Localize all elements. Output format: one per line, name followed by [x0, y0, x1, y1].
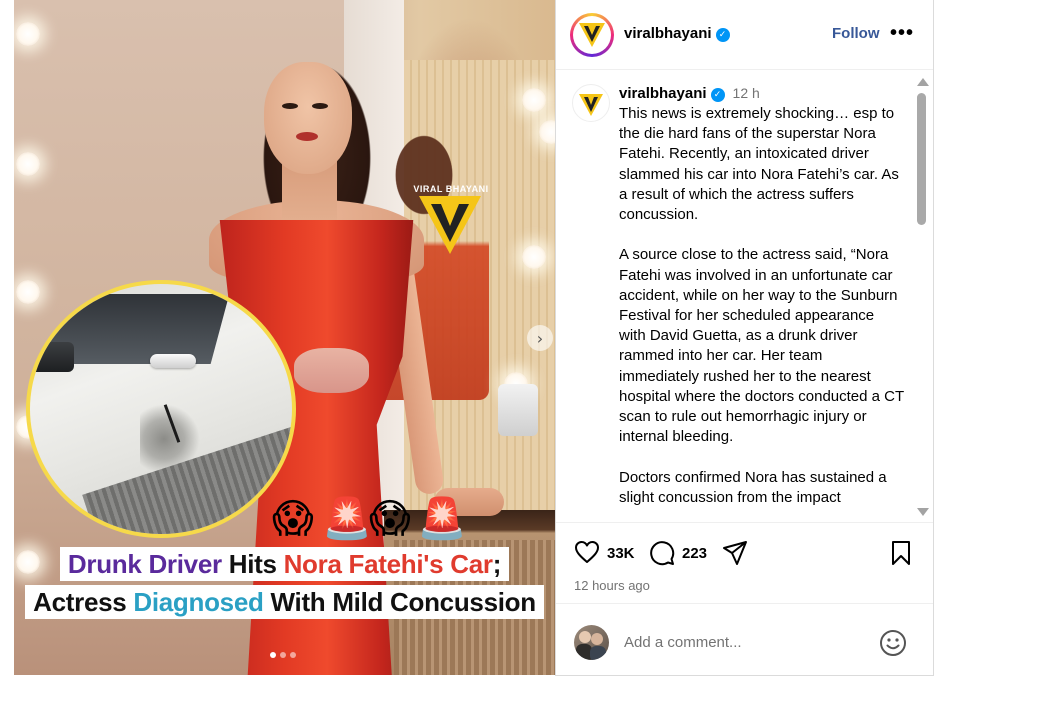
- lips: [296, 132, 318, 141]
- door-handle: [150, 354, 196, 368]
- post-sidebar: viralbhayani ✓ Follow ••• viralbhayani ✓ 12…: [555, 0, 934, 676]
- username-text: viralbhayani: [624, 25, 712, 42]
- light-bulb: [16, 152, 40, 176]
- like-count[interactable]: 33K: [607, 545, 635, 562]
- dress-sash: [294, 348, 369, 393]
- light-bulb: [522, 88, 546, 112]
- headline-line-2: Actress Diagnosed With Mild Concussion: [25, 585, 544, 619]
- caption-area[interactable]: viralbhayani ✓ 12 h This news is extremely…: [556, 70, 933, 522]
- post-headline: Drunk Driver Hits Nora Fatehi's Car; Act…: [14, 545, 555, 621]
- faucet: [498, 384, 538, 436]
- carousel-next-button[interactable]: ›: [527, 325, 553, 351]
- caption-avatar[interactable]: [572, 84, 610, 122]
- post-actions: 33K 223 12 hours ago: [556, 522, 933, 603]
- scream-emoji: 😱: [369, 496, 411, 542]
- side-mirror: [30, 342, 74, 372]
- headline-segment: Diagnosed: [133, 587, 264, 617]
- comment-icon[interactable]: [649, 540, 675, 566]
- eye: [312, 103, 328, 109]
- comment-input[interactable]: [624, 630, 864, 654]
- headline-segment: With Mild Concussion: [263, 587, 537, 617]
- headline-segment: Hits: [221, 549, 284, 579]
- scream-emoji: 😱: [272, 496, 314, 542]
- verified-badge-icon: ✓: [715, 28, 730, 42]
- profile-avatar[interactable]: [570, 13, 614, 57]
- caption-time: 12 h: [732, 85, 760, 101]
- verified-badge-icon: ✓: [710, 88, 725, 102]
- headline-line-1: Drunk Driver Hits Nora Fatehi's Car;: [59, 547, 510, 581]
- share-icon[interactable]: [722, 540, 748, 566]
- avatar-face: [591, 633, 603, 645]
- carousel-dot-active: [270, 652, 276, 658]
- caption-paragraph: Doctors confirmed Nora has sustained a s…: [619, 468, 887, 506]
- face: [264, 62, 352, 174]
- caption-paragraph: A source close to the actress said, “Nor…: [619, 246, 904, 446]
- siren-emoji: 🚨: [322, 496, 372, 542]
- caption-username: viralbhayani ✓ 12 h: [619, 85, 760, 102]
- light-bulb: [16, 280, 40, 304]
- current-user-avatar[interactable]: [574, 625, 609, 660]
- heart-icon[interactable]: [574, 540, 600, 564]
- light-bulb: [16, 22, 40, 46]
- emoji-icon[interactable]: [879, 629, 907, 657]
- more-options-icon[interactable]: •••: [890, 22, 914, 45]
- avatar-figure: [590, 646, 606, 660]
- carousel-indicator: [270, 652, 296, 658]
- caption-scrollbar[interactable]: [915, 78, 929, 516]
- post-header: viralbhayani ✓ Follow •••: [556, 0, 933, 70]
- headline-segment: ;: [492, 549, 502, 579]
- chevron-right-icon: ›: [536, 328, 544, 348]
- profile-username[interactable]: viralbhayani ✓: [624, 25, 730, 42]
- eye: [282, 103, 298, 109]
- siren-emoji: 🚨: [417, 496, 467, 542]
- post-timestamp[interactable]: 12 hours ago: [574, 578, 650, 593]
- headline-segment: Drunk Driver: [67, 549, 222, 579]
- follow-button[interactable]: Follow: [832, 25, 880, 42]
- headline-segment: Actress: [33, 587, 134, 617]
- scrollbar-thumb[interactable]: [917, 93, 926, 225]
- scroll-down-arrow-icon[interactable]: [917, 508, 929, 516]
- watermark-logo-icon: [419, 196, 481, 254]
- carousel-dot: [280, 652, 286, 658]
- damaged-car-inset: [26, 280, 296, 538]
- caption-paragraph: This news is extremely shocking… esp to …: [619, 105, 899, 224]
- scroll-up-arrow-icon[interactable]: [917, 78, 929, 86]
- watermark-text: VIRAL BHAYANI: [413, 184, 489, 194]
- headline-segment: Nora Fatehi's Car: [283, 549, 493, 579]
- comment-count[interactable]: 223: [682, 545, 707, 562]
- comment-bar: [556, 603, 933, 676]
- light-bulb: [522, 245, 546, 269]
- brand-logo-icon: [579, 94, 603, 116]
- caption-text: This news is extremely shocking… esp to …: [619, 104, 904, 522]
- caption-username-link[interactable]: viralbhayani: [619, 85, 707, 102]
- brand-logo-icon: [578, 21, 606, 49]
- post-image[interactable]: VIRAL BHAYANI 😱 🚨 😱 🚨 Drunk Driver Hits …: [14, 0, 555, 675]
- avatar-border: [573, 16, 611, 54]
- carousel-dot: [290, 652, 296, 658]
- avatar-face: [579, 631, 591, 643]
- bookmark-icon[interactable]: [890, 540, 912, 566]
